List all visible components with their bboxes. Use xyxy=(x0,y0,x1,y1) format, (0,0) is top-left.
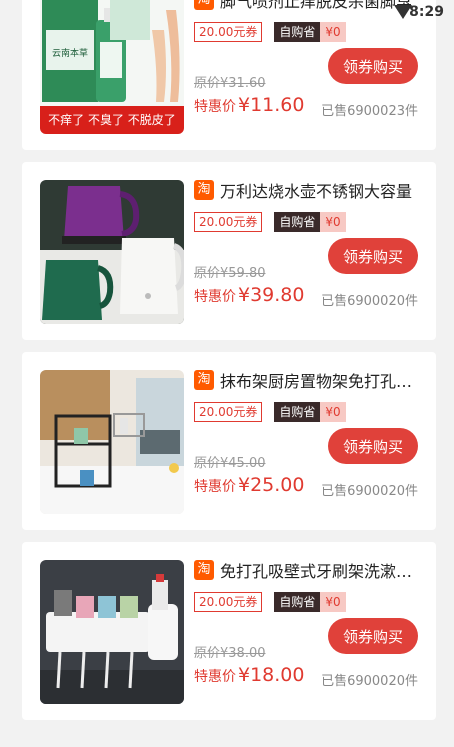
coupon-badge: 20.00元券 xyxy=(194,402,263,422)
self-buy-amount: ¥0 xyxy=(320,212,346,232)
original-price: 原价¥45.00 xyxy=(194,456,266,471)
original-price: 原价¥31.60 xyxy=(194,76,266,91)
self-buy-label: 自购省 xyxy=(274,402,321,422)
product-title-row[interactable]: 淘 抹布架厨房置物架免打孔挂架 xyxy=(194,369,426,391)
product-title[interactable]: 抹布架厨房置物架免打孔挂架 xyxy=(220,368,426,392)
self-buy-label: 自购省 xyxy=(274,592,321,612)
status-time: 8:29 xyxy=(409,4,444,20)
price-row: 特惠价 ¥39.80 xyxy=(194,284,304,306)
taobao-icon: 淘 xyxy=(194,560,214,580)
price-label: 特惠价 xyxy=(194,669,236,685)
price-label: 特惠价 xyxy=(194,99,236,115)
product-title-row[interactable]: 淘 万利达烧水壶不锈钢大容量 xyxy=(194,179,426,201)
product-title-row[interactable]: 淘 免打孔吸壁式牙刷架洗漱杯套装 xyxy=(194,559,426,581)
self-buy-badge: 自购省 ¥0 xyxy=(274,212,346,232)
get-coupon-buy-button[interactable]: 领券购买 xyxy=(328,428,418,464)
self-buy-badge: 自购省 ¥0 xyxy=(274,402,346,422)
image-brand-text: 云南本草 xyxy=(52,47,88,59)
sold-count: 已售6900020件 xyxy=(321,484,418,499)
get-coupon-buy-button[interactable]: 领券购买 xyxy=(328,618,418,654)
price-label: 特惠价 xyxy=(194,289,236,305)
product-image-toothbrush-holder[interactable] xyxy=(40,560,184,704)
get-coupon-buy-button[interactable]: 领券购买 xyxy=(328,238,418,274)
original-price: 原价¥38.00 xyxy=(194,646,266,661)
original-price: 原价¥59.80 xyxy=(194,266,266,281)
sale-price: ¥25.00 xyxy=(238,474,305,496)
sale-price: ¥11.60 xyxy=(238,94,305,116)
product-title[interactable]: 万利达烧水壶不锈钢大容量 xyxy=(220,178,412,202)
price-row: 特惠价 ¥25.00 xyxy=(194,474,304,496)
product-image-kettle[interactable] xyxy=(40,180,184,324)
sold-count: 已售6900020件 xyxy=(321,674,418,689)
product-title[interactable]: 免打孔吸壁式牙刷架洗漱杯套装 xyxy=(220,558,426,582)
sold-count: 已售6900020件 xyxy=(321,294,418,309)
coupon-badge: 20.00元券 xyxy=(194,212,263,232)
product-card[interactable]: 淘 万利达烧水壶不锈钢大容量 20.00元券 自购省 ¥0 原价¥59.80 领… xyxy=(22,162,436,340)
sale-price: ¥39.80 xyxy=(238,284,305,306)
taobao-icon: 淘 xyxy=(194,180,214,200)
product-tags: 20.00元券 自购省 ¥0 xyxy=(194,212,346,232)
price-label: 特惠价 xyxy=(194,479,236,495)
product-image-rack[interactable] xyxy=(40,370,184,514)
self-buy-badge: 自购省 ¥0 xyxy=(274,592,346,612)
self-buy-amount: ¥0 xyxy=(320,592,346,612)
taobao-icon: 淘 xyxy=(194,370,214,390)
image-banner-text: 不痒了 不臭了 不脱皮了 xyxy=(48,112,176,127)
coupon-badge: 20.00元券 xyxy=(194,592,263,612)
get-coupon-buy-button[interactable]: 领券购买 xyxy=(328,48,418,84)
status-bar: 8:29 xyxy=(0,0,454,26)
sale-price: ¥18.00 xyxy=(238,664,305,686)
self-buy-label: 自购省 xyxy=(274,212,321,232)
product-tags: 20.00元券 自购省 ¥0 xyxy=(194,592,346,612)
product-card[interactable]: 淘 抹布架厨房置物架免打孔挂架 20.00元券 自购省 ¥0 原价¥45.00 … xyxy=(22,352,436,530)
price-row: 特惠价 ¥11.60 xyxy=(194,94,304,116)
price-row: 特惠价 ¥18.00 xyxy=(194,664,304,686)
sold-count: 已售6900023件 xyxy=(321,104,418,119)
self-buy-amount: ¥0 xyxy=(320,402,346,422)
product-tags: 20.00元券 自购省 ¥0 xyxy=(194,402,346,422)
product-card[interactable]: 淘 免打孔吸壁式牙刷架洗漱杯套装 20.00元券 自购省 ¥0 原价¥38.00… xyxy=(22,542,436,720)
